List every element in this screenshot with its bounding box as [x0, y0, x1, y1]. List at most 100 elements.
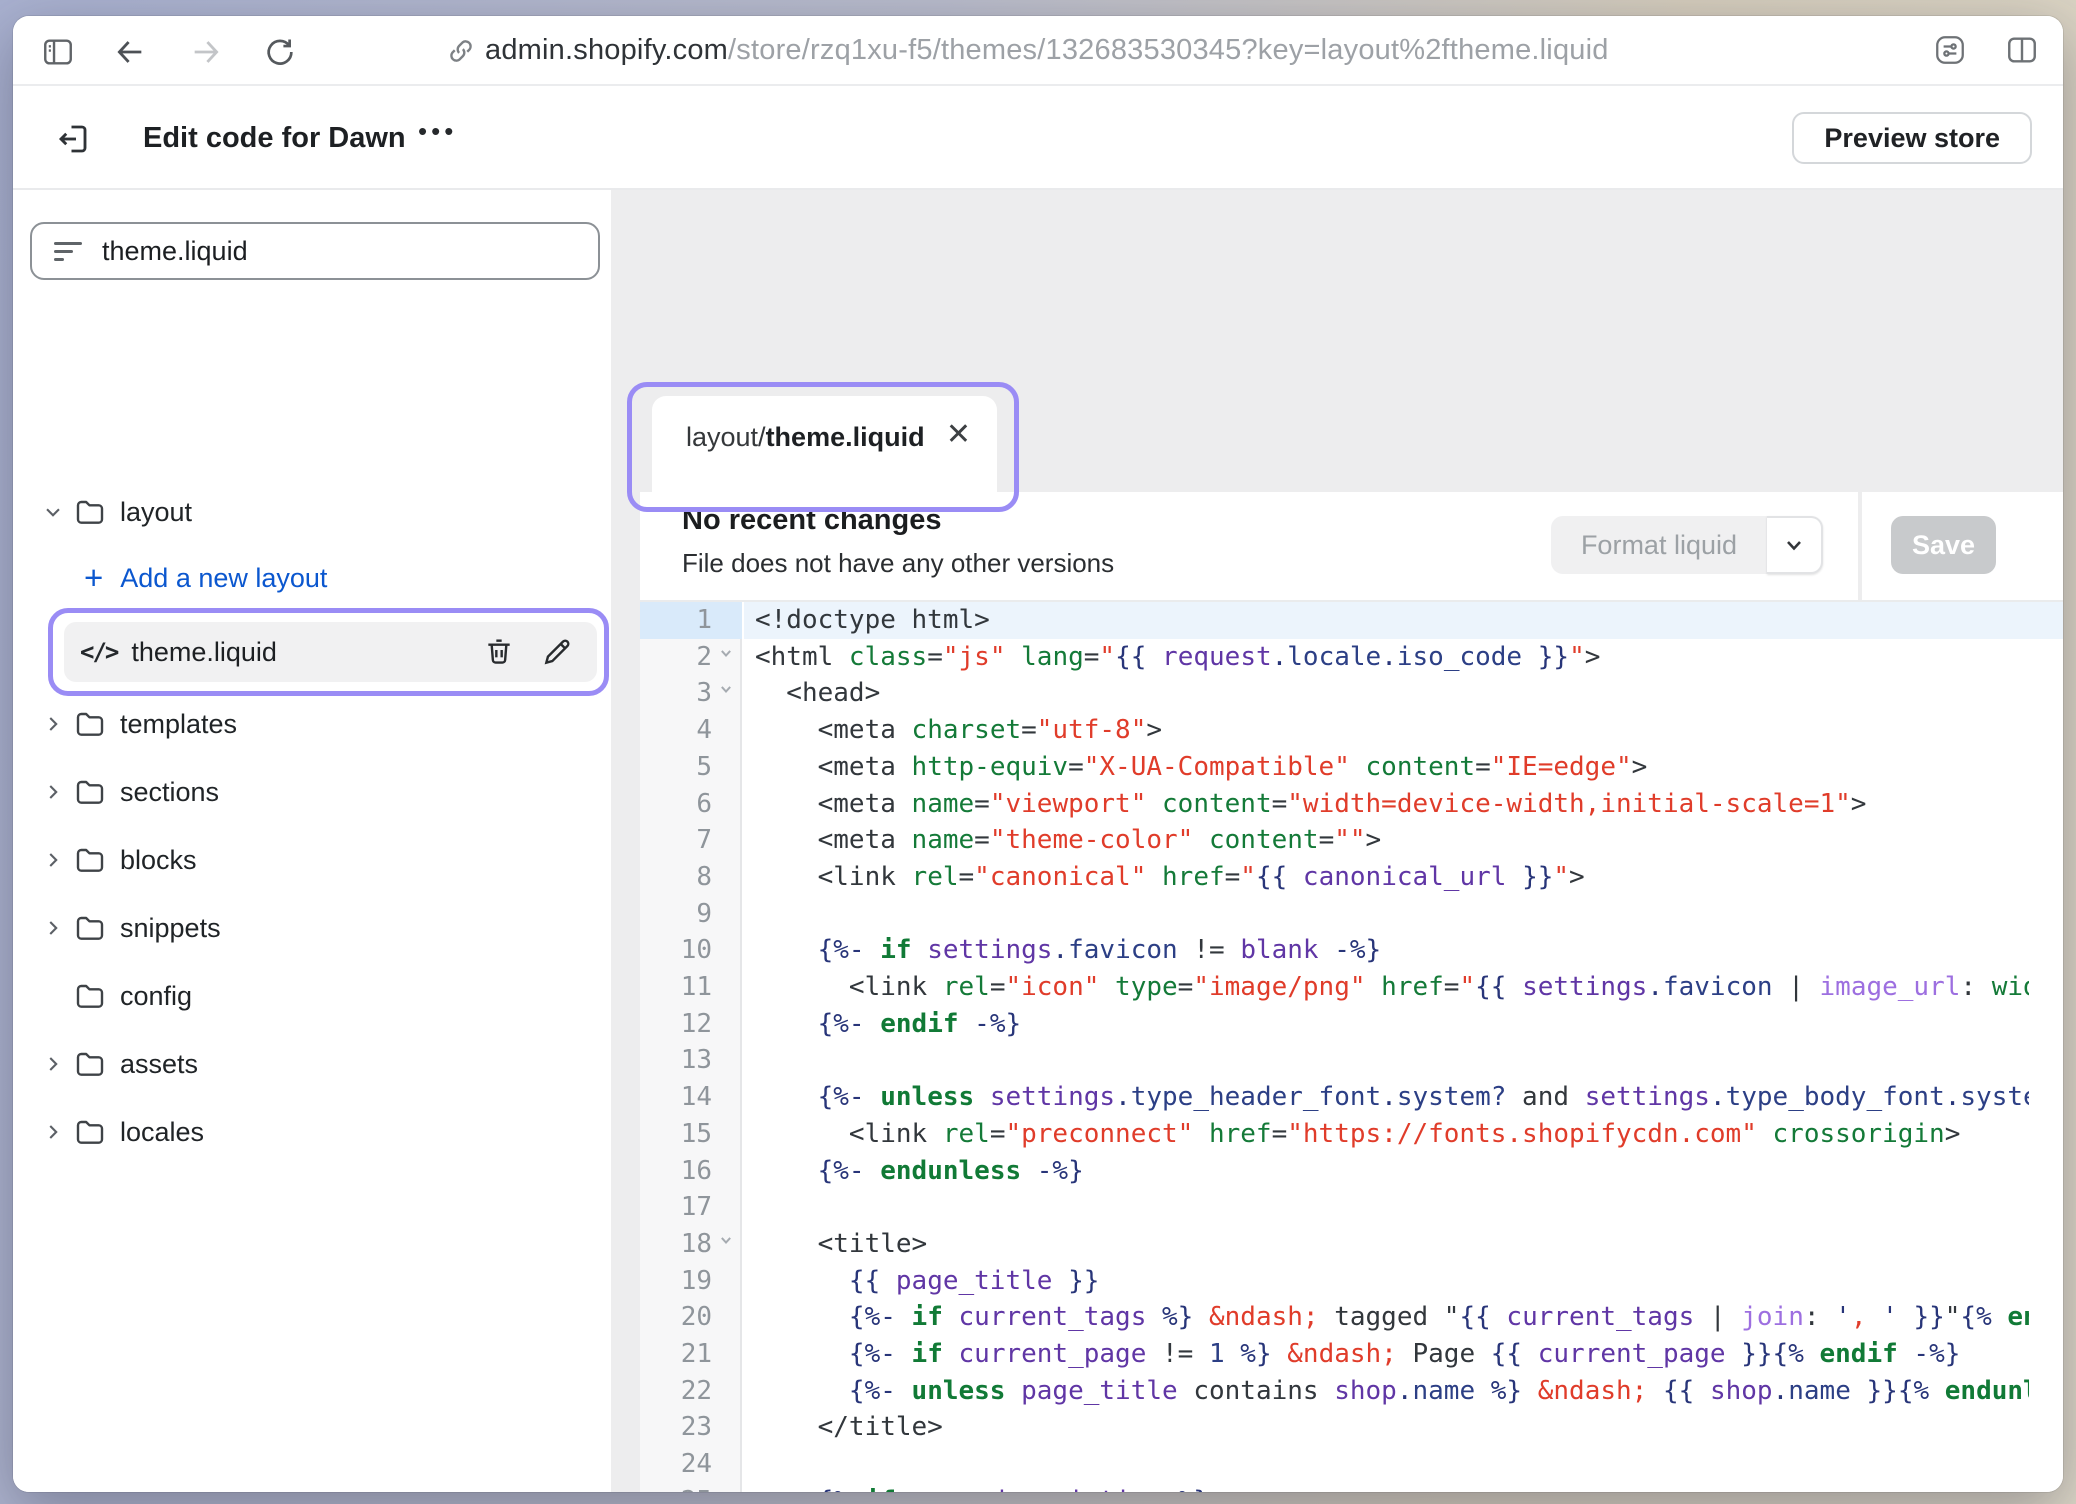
format-liquid-button[interactable]: Format liquid — [1551, 516, 1767, 574]
code-line[interactable]: 1<!doctype html> — [640, 602, 2063, 639]
code-line[interactable]: 18 <title> — [640, 1226, 2063, 1263]
code-line[interactable]: 4 <meta charset="utf-8"> — [640, 712, 2063, 749]
chevron-right-icon[interactable] — [42, 917, 64, 939]
line-number: 5 — [640, 749, 742, 786]
rename-file-icon[interactable] — [541, 636, 573, 668]
sidebar-item-theme-liquid[interactable]: </> theme.liquid — [64, 622, 597, 682]
folder-label: templates — [120, 709, 237, 740]
forward-icon[interactable] — [189, 35, 223, 69]
sidebar-item-locales[interactable]: locales — [13, 1102, 611, 1162]
filter-icon — [54, 238, 84, 264]
line-number: 19 — [640, 1263, 742, 1300]
search-value: theme.liquid — [102, 236, 248, 267]
save-button[interactable]: Save — [1891, 516, 1996, 574]
app-header: Edit code for Dawn ••• Preview store — [13, 86, 2063, 190]
code-line[interactable]: 20 {%- if current_tags %} &ndash; tagged… — [640, 1299, 2063, 1336]
format-dropdown-toggle[interactable] — [1767, 516, 1823, 574]
browser-window: admin.shopify.com/store/rzq1xu-f5/themes… — [13, 16, 2063, 1492]
close-tab-icon[interactable]: ✕ — [946, 420, 971, 450]
line-number: 6 — [640, 786, 742, 823]
sidebar-item-sections[interactable]: sections — [13, 762, 611, 822]
code-line[interactable]: 6 <meta name="viewport" content="width=d… — [640, 786, 2063, 823]
code-lines: 1<!doctype html>2<html class="js" lang="… — [640, 602, 2063, 1492]
line-number: 17 — [640, 1189, 742, 1226]
folder-label: layout — [120, 497, 192, 528]
address-bar[interactable]: admin.shopify.com/store/rzq1xu-f5/themes… — [485, 16, 1609, 84]
code-line[interactable]: 21 {%- if current_page != 1 %} &ndash; P… — [640, 1336, 2063, 1373]
add-layout-label: Add a new layout — [120, 563, 327, 594]
sidebar-item-snippets[interactable]: snippets — [13, 898, 611, 958]
code-line[interactable]: 14 {%- unless settings.type_header_font.… — [640, 1079, 2063, 1116]
line-number: 15 — [640, 1116, 742, 1153]
code-line[interactable]: 8 <link rel="canonical" href="{{ canonic… — [640, 859, 2063, 896]
preview-store-button[interactable]: Preview store — [1792, 112, 2032, 164]
code-editor[interactable]: 1<!doctype html>2<html class="js" lang="… — [640, 600, 2063, 1492]
line-number: 14 — [640, 1079, 742, 1116]
folder-label: locales — [120, 1117, 204, 1148]
code-text: <title> — [744, 1226, 2029, 1263]
exit-editor-icon[interactable] — [55, 121, 91, 157]
sidebar-item-blocks[interactable]: blocks — [13, 830, 611, 890]
sidebar-toggle-icon[interactable] — [41, 35, 75, 69]
delete-file-icon[interactable] — [483, 636, 515, 668]
page-title: Edit code for Dawn — [143, 122, 406, 155]
folder-icon — [74, 912, 106, 944]
folder-label: config — [120, 981, 192, 1012]
code-text: <link rel="preconnect" href="https://fon… — [744, 1116, 2029, 1153]
code-text — [744, 1446, 2029, 1483]
code-text: <head> — [744, 675, 2029, 712]
save-bar: Save — [1862, 492, 2063, 600]
code-line[interactable]: 5 <meta http-equiv="X-UA-Compatible" con… — [640, 749, 2063, 786]
code-text: <meta name="viewport" content="width=dev… — [744, 786, 2029, 823]
code-line[interactable]: 22 {%- unless page_title contains shop.n… — [640, 1373, 2063, 1410]
code-line[interactable]: 24 — [640, 1446, 2063, 1483]
sidebar-item-assets[interactable]: assets — [13, 1034, 611, 1094]
folder-icon — [74, 776, 106, 808]
sidebar-item-templates[interactable]: templates — [13, 694, 611, 754]
code-line[interactable]: 16 {%- endunless -%} — [640, 1153, 2063, 1190]
reload-icon[interactable] — [263, 35, 297, 69]
sidebar-item-layout[interactable]: layout — [13, 482, 611, 542]
code-line[interactable]: 7 <meta name="theme-color" content=""> — [640, 822, 2063, 859]
fold-toggle-icon[interactable] — [716, 643, 736, 663]
back-icon[interactable] — [113, 35, 147, 69]
code-line[interactable]: 15 <link rel="preconnect" href="https://… — [640, 1116, 2063, 1153]
chevron-right-icon — [42, 985, 64, 1007]
chevron-right-icon[interactable] — [42, 713, 64, 735]
code-text: {%- if current_page != 1 %} &ndash; Page… — [744, 1336, 2029, 1373]
code-line[interactable]: 10 {%- if settings.favicon != blank -%} — [640, 932, 2063, 969]
add-new-layout-link[interactable]: +Add a new layout — [13, 548, 611, 608]
file-search-input[interactable]: theme.liquid — [30, 222, 600, 280]
browser-settings-icon[interactable] — [1933, 33, 1967, 67]
chevron-right-icon[interactable] — [42, 1121, 64, 1143]
chevron-right-icon[interactable] — [42, 849, 64, 871]
chevron-right-icon[interactable] — [42, 781, 64, 803]
more-actions-button[interactable]: ••• — [418, 116, 457, 147]
code-line[interactable]: 25 {% if page_description %} — [640, 1483, 2063, 1492]
url-host: admin.shopify.com — [485, 34, 728, 67]
fold-toggle-icon[interactable] — [716, 1230, 736, 1250]
sidebar-item-config[interactable]: config — [13, 966, 611, 1026]
code-line[interactable]: 17 — [640, 1189, 2063, 1226]
code-line[interactable]: 23 </title> — [640, 1409, 2063, 1446]
folder-label: sections — [120, 777, 219, 808]
line-number: 24 — [640, 1446, 742, 1483]
code-line[interactable]: 2<html class="js" lang="{{ request.local… — [640, 639, 2063, 676]
code-line[interactable]: 11 <link rel="icon" type="image/png" hre… — [640, 969, 2063, 1006]
code-text: {{ page_title }} — [744, 1263, 2029, 1300]
code-line[interactable]: 9 — [640, 896, 2063, 933]
split-view-icon[interactable] — [2005, 33, 2039, 67]
code-line[interactable]: 12 {%- endif -%} — [640, 1006, 2063, 1043]
code-line[interactable]: 19 {{ page_title }} — [640, 1263, 2063, 1300]
tab-layout-theme-liquid[interactable]: layout/theme.liquid ✕ — [652, 396, 997, 500]
chevron-down-icon[interactable] — [42, 501, 64, 523]
line-number: 4 — [640, 712, 742, 749]
url-path: /store/rzq1xu-f5/themes/132683530345?key… — [728, 34, 1609, 67]
chevron-right-icon[interactable] — [42, 1053, 64, 1075]
code-text: {%- endunless -%} — [744, 1153, 2029, 1190]
folder-label: assets — [120, 1049, 198, 1080]
fold-toggle-icon[interactable] — [716, 679, 736, 699]
code-line[interactable]: 13 — [640, 1042, 2063, 1079]
line-number: 23 — [640, 1409, 742, 1446]
code-line[interactable]: 3 <head> — [640, 675, 2063, 712]
